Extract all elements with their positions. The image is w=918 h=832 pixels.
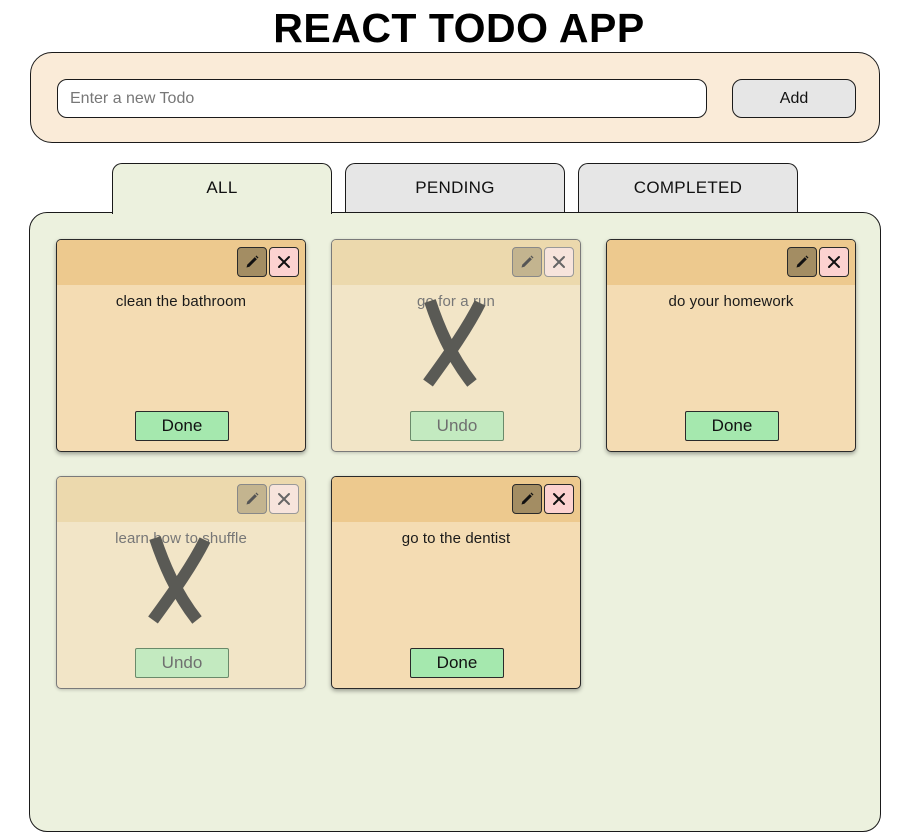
todo-card-header <box>57 477 305 522</box>
pencil-icon <box>246 492 259 505</box>
pencil-icon <box>521 492 534 505</box>
todo-card-header <box>57 240 305 285</box>
close-icon <box>553 493 565 505</box>
strike-x-icon <box>423 299 486 387</box>
edit-button[interactable] <box>237 247 267 277</box>
strike-x-icon <box>148 536 211 624</box>
undo-button[interactable]: Undo <box>135 648 229 678</box>
new-todo-input[interactable] <box>57 79 707 118</box>
page-title: REACT TODO APP <box>273 5 645 51</box>
edit-button[interactable] <box>237 484 267 514</box>
done-button[interactable]: Done <box>410 648 504 678</box>
todo-list-panel: clean the bathroom Done go for a run Und… <box>29 212 881 832</box>
todo-card: learn how to shuffle Undo <box>56 476 306 689</box>
todo-text: clean the bathroom <box>115 293 247 310</box>
todo-text: go for a run <box>417 293 495 310</box>
done-button[interactable]: Done <box>685 411 779 441</box>
edit-button[interactable] <box>787 247 817 277</box>
delete-button[interactable] <box>269 484 299 514</box>
new-todo-panel: Add <box>30 52 880 143</box>
delete-button[interactable] <box>544 247 574 277</box>
close-icon <box>278 256 290 268</box>
undo-button[interactable]: Undo <box>410 411 504 441</box>
done-button[interactable]: Done <box>135 411 229 441</box>
todo-card-header <box>332 240 580 285</box>
delete-button[interactable] <box>269 247 299 277</box>
close-icon <box>278 493 290 505</box>
todo-card: go for a run Undo <box>331 239 581 452</box>
tab-completed[interactable]: COMPLETED <box>578 163 798 213</box>
close-icon <box>828 256 840 268</box>
todo-text: do your homework <box>668 293 794 310</box>
delete-button[interactable] <box>544 484 574 514</box>
tab-all[interactable]: ALL <box>112 163 332 214</box>
pencil-icon <box>796 255 809 268</box>
close-icon <box>553 256 565 268</box>
todo-text: learn how to shuffle <box>115 530 247 547</box>
add-button[interactable]: Add <box>732 79 856 118</box>
edit-button[interactable] <box>512 247 542 277</box>
todo-card-header <box>607 240 855 285</box>
todo-text: go to the dentist <box>401 530 511 547</box>
edit-button[interactable] <box>512 484 542 514</box>
todo-card: go to the dentist Done <box>331 476 581 689</box>
todo-card-header <box>332 477 580 522</box>
delete-button[interactable] <box>819 247 849 277</box>
pencil-icon <box>521 255 534 268</box>
todo-card: do your homework Done <box>606 239 856 452</box>
tab-pending[interactable]: PENDING <box>345 163 565 213</box>
todo-card: clean the bathroom Done <box>56 239 306 452</box>
pencil-icon <box>246 255 259 268</box>
